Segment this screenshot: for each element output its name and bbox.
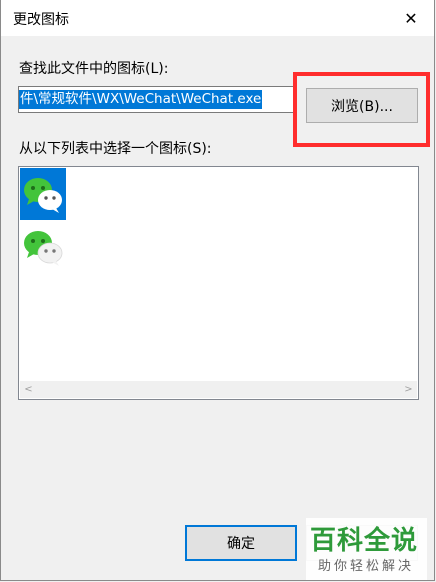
- icon-list-item-2[interactable]: [20, 221, 66, 273]
- wechat-icon: [24, 231, 63, 266]
- icon-list-item-1[interactable]: [20, 168, 66, 220]
- annotation-highlight-box: [293, 72, 430, 147]
- dialog-title: 更改图标: [13, 12, 69, 28]
- title-bar: 更改图标 ✕: [1, 0, 434, 36]
- close-icon: ✕: [404, 8, 418, 28]
- icon-list[interactable]: < >: [18, 166, 419, 400]
- scroll-left-arrow[interactable]: <: [20, 381, 37, 398]
- file-label: 查找此文件中的图标(L):: [19, 61, 169, 77]
- icon-list-label: 从以下列表中选择一个图标(S):: [19, 141, 212, 157]
- watermark-slogan: 助你轻松解决: [318, 559, 415, 574]
- scroll-right-arrow[interactable]: >: [400, 381, 417, 398]
- wechat-icon: [24, 178, 62, 213]
- close-button[interactable]: ✕: [388, 0, 434, 36]
- watermark-logo: 百科全说 助你轻松解决: [306, 518, 427, 580]
- horizontal-scrollbar[interactable]: < >: [20, 381, 417, 398]
- watermark-title: 百科全说: [310, 526, 419, 556]
- icon-file-path-input[interactable]: 件\常规软件\WX\WeChat\WeChat.exe: [18, 86, 295, 113]
- change-icon-dialog: 更改图标 ✕ 查找此文件中的图标(L): 件\常规软件\WX\WeChat\We…: [0, 0, 435, 581]
- path-input-selected-text: 件\常规软件\WX\WeChat\WeChat.exe: [19, 90, 263, 109]
- ok-button[interactable]: 确定: [185, 525, 297, 561]
